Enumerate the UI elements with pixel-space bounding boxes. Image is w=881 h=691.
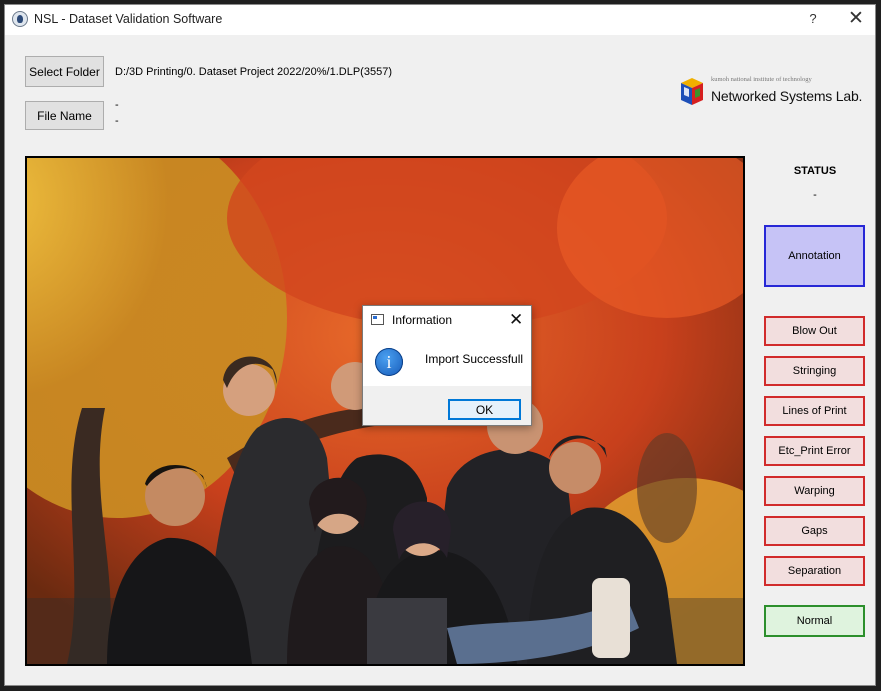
file-name-button[interactable]: File Name <box>25 101 104 130</box>
lines-of-print-button[interactable]: Lines of Print <box>764 396 865 426</box>
select-folder-button[interactable]: Select Folder <box>25 56 104 87</box>
separation-button[interactable]: Separation <box>764 556 865 586</box>
dialog-close-button[interactable]: ✕ <box>509 310 523 330</box>
stringing-button[interactable]: Stringing <box>764 356 865 386</box>
help-button[interactable]: ? <box>805 11 821 29</box>
status-value: - <box>813 189 817 201</box>
app-window: NSL - Dataset Validation Software ? ✕ Se… <box>4 4 876 686</box>
dialog-message: Import Successfull <box>425 352 524 366</box>
information-dialog: Information ✕ i Import Successfull OK <box>362 305 532 426</box>
lab-logo-title: Networked Systems Lab. <box>711 88 863 104</box>
annotation-button[interactable]: Annotation <box>764 225 865 287</box>
lab-cube-icon <box>681 78 703 105</box>
dialog-body: i Import Successfull <box>363 334 531 386</box>
warping-button[interactable]: Warping <box>764 476 865 506</box>
file-name-line-2: - <box>115 115 119 127</box>
window-title: NSL - Dataset Validation Software <box>34 12 223 26</box>
window-close-button[interactable]: ✕ <box>847 9 865 28</box>
normal-button[interactable]: Normal <box>764 605 865 637</box>
lab-logo: kumoh national institute of technology N… <box>679 74 863 110</box>
dialog-window-icon <box>371 314 384 325</box>
dialog-title-bar: Information ✕ <box>363 306 531 334</box>
gaps-button[interactable]: Gaps <box>764 516 865 546</box>
blow-out-button[interactable]: Blow Out <box>764 316 865 346</box>
dialog-title: Information <box>392 313 453 327</box>
title-bar: NSL - Dataset Validation Software ? ✕ <box>5 5 875 35</box>
lab-logo-subtitle: kumoh national institute of technology <box>711 76 812 83</box>
info-icon: i <box>375 348 403 376</box>
dialog-ok-button[interactable]: OK <box>448 399 521 420</box>
folder-path-text: D:/3D Printing/0. Dataset Project 2022/2… <box>115 66 392 78</box>
etc-print-error-button[interactable]: Etc_Print Error <box>764 436 865 466</box>
status-label: STATUS <box>793 165 837 177</box>
app-logo-icon <box>12 11 28 27</box>
file-name-line-1: - <box>115 99 119 111</box>
